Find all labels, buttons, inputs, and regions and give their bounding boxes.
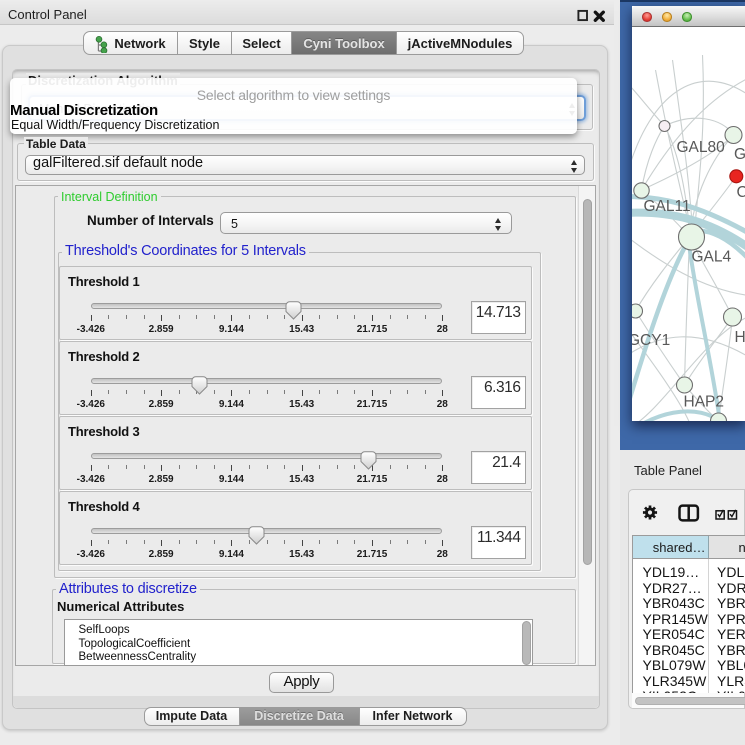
svg-text:CY: CY	[736, 184, 745, 201]
svg-text:GAL4: GAL4	[691, 249, 731, 266]
svg-text:HA: HA	[734, 329, 745, 346]
svg-text:GAL80: GAL80	[676, 139, 725, 156]
svg-text:HAP2: HAP2	[683, 393, 724, 410]
svg-text:GA: GA	[734, 146, 745, 163]
svg-text:GCY1: GCY1	[632, 332, 670, 349]
svg-text:GAL11: GAL11	[643, 198, 690, 215]
